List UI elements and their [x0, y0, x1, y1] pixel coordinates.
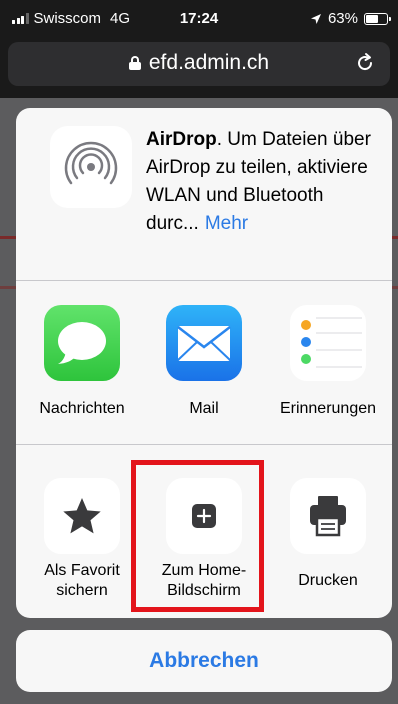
app-messages[interactable]: Nachrichten	[27, 281, 137, 444]
app-label: Erinnerungen	[279, 400, 377, 417]
highlight-box	[131, 460, 264, 612]
url-text: efd.admin.ch	[148, 51, 270, 74]
status-right: 63%	[310, 10, 391, 27]
mail-icon	[166, 305, 242, 381]
app-label: Nachrichten	[39, 400, 125, 417]
printer-icon	[290, 478, 366, 554]
app-row: Nachrichten Mail Erinnerungen	[16, 281, 392, 444]
action-label-line1: Als Favorit	[44, 562, 120, 579]
action-label-line2: sichern	[56, 582, 108, 599]
cancel-button[interactable]: Abbrechen	[16, 630, 392, 692]
browser-toolbar: efd.admin.ch	[0, 36, 398, 98]
location-arrow-icon	[310, 13, 321, 24]
action-print[interactable]: Drucken	[273, 445, 383, 618]
airdrop-section: AirDrop. Um Dateien über AirDrop zu teil…	[16, 108, 392, 280]
app-mail[interactable]: Mail	[149, 281, 259, 444]
app-reminders[interactable]: Erinnerungen	[273, 281, 383, 444]
reload-icon[interactable]	[354, 52, 376, 74]
app-label: Mail	[189, 400, 219, 417]
status-bar: Swisscom 4G 17:24 63%	[0, 0, 398, 36]
star-icon	[44, 478, 120, 554]
address-bar[interactable]: efd.admin.ch	[8, 42, 390, 86]
airdrop-message: AirDrop. Um Dateien über AirDrop zu teil…	[146, 126, 381, 238]
airdrop-icon[interactable]	[50, 126, 132, 208]
messages-icon	[44, 305, 120, 381]
reminders-icon	[290, 305, 366, 381]
lock-icon	[128, 56, 141, 70]
airdrop-title: AirDrop	[146, 129, 217, 150]
battery-percent: 63%	[327, 10, 358, 27]
more-link[interactable]: Mehr	[205, 213, 248, 234]
action-label-line1: Drucken	[298, 572, 358, 589]
action-add-favorite[interactable]: Als Favorit sichern	[27, 445, 137, 618]
battery-icon	[364, 12, 391, 25]
